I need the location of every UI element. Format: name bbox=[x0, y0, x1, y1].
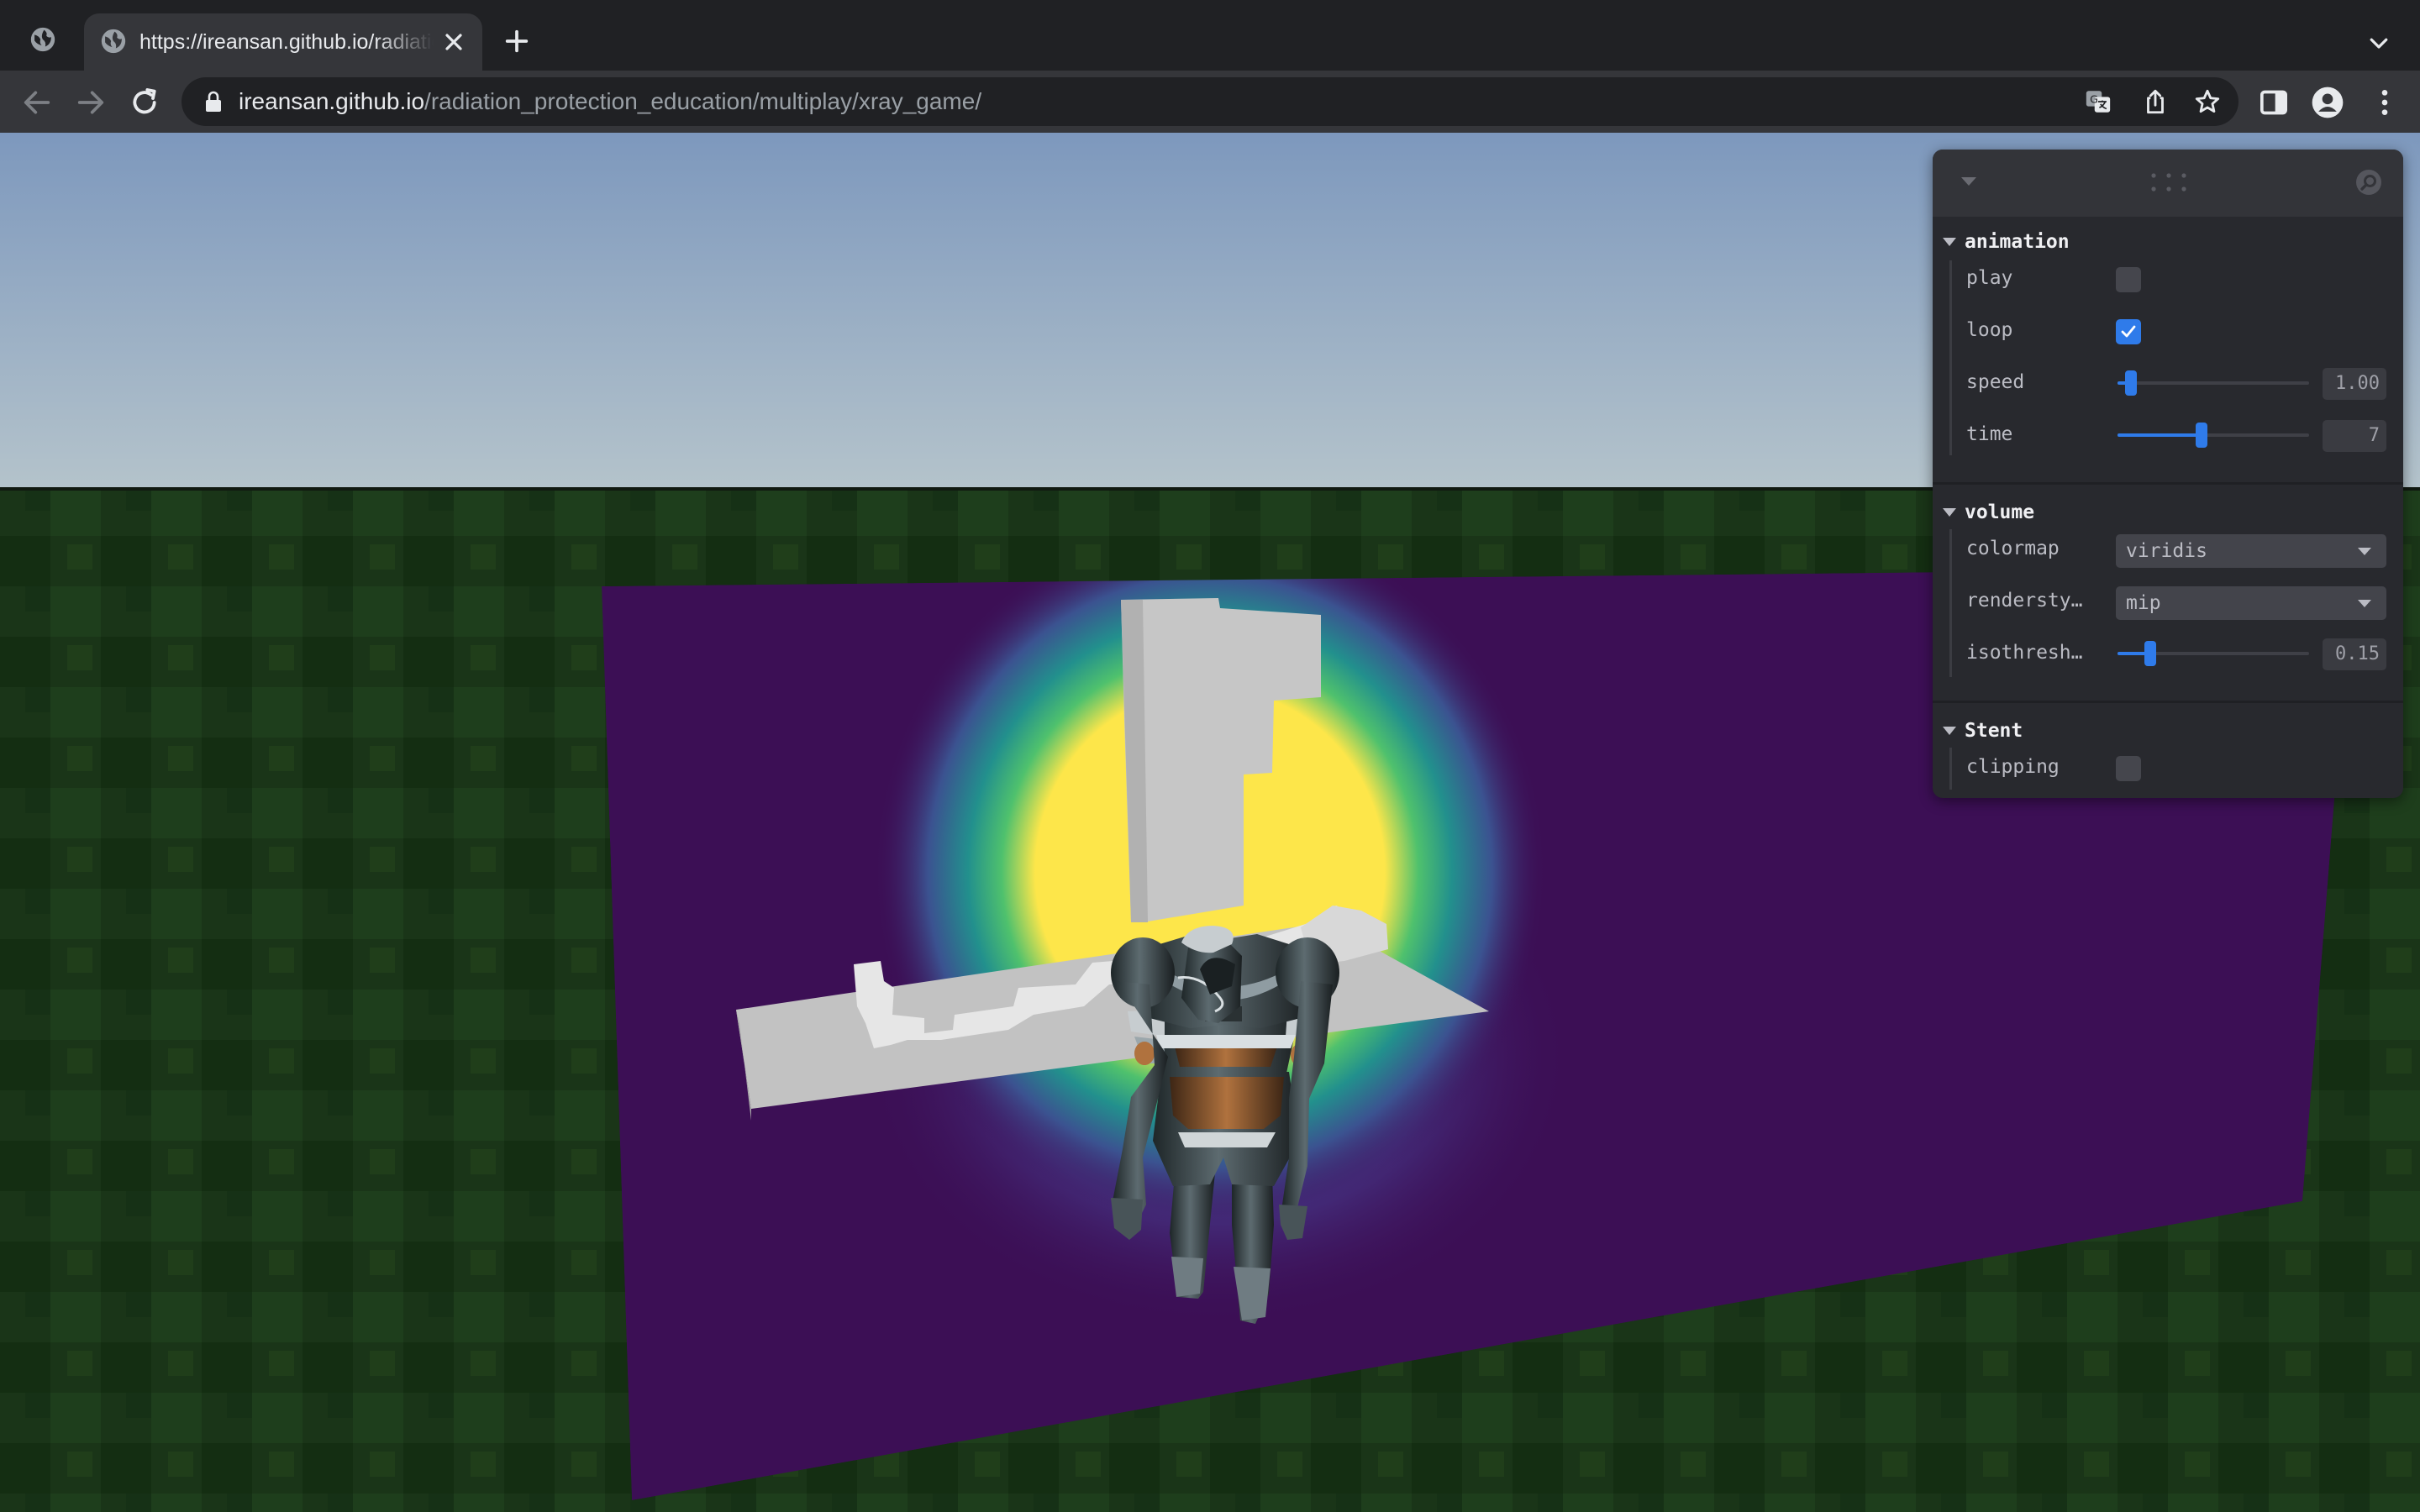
chevron-down-icon bbox=[2358, 548, 2371, 555]
plus-icon[interactable] bbox=[502, 27, 531, 55]
folder-animation[interactable]: animation bbox=[1933, 227, 2403, 257]
loop-row: loop bbox=[1933, 309, 2403, 351]
kebab-menu-icon[interactable] bbox=[2368, 86, 2402, 119]
isothreshold-row: isothresh… 0.15 bbox=[1933, 632, 2403, 674]
arrow-right-icon[interactable] bbox=[74, 86, 108, 119]
renderstyle-row: rendersty… mip bbox=[1933, 580, 2403, 622]
time-slider-fill bbox=[2118, 433, 2202, 437]
renderstyle-select[interactable]: mip bbox=[2116, 586, 2386, 620]
colormap-row: colormap viridis bbox=[1933, 528, 2403, 570]
renderstyle-value: mip bbox=[2126, 592, 2161, 614]
colormap-select[interactable]: viridis bbox=[2116, 534, 2386, 568]
folder-toggle-icon bbox=[1943, 238, 1956, 246]
loop-checkbox[interactable] bbox=[2116, 319, 2141, 344]
svg-text:G: G bbox=[2090, 93, 2098, 106]
chevron-down-icon[interactable] bbox=[2366, 30, 2391, 55]
time-row: time 7 bbox=[1933, 413, 2403, 455]
drag-handle-icon[interactable] bbox=[2149, 171, 2188, 193]
folder-stent[interactable]: Stent bbox=[1933, 716, 2403, 746]
address-bar[interactable]: ireansan.github.io/radiation_protection_… bbox=[182, 77, 2238, 126]
isothreshold-label: isothresh… bbox=[1966, 642, 2083, 664]
active-tab[interactable]: https://ireansan.github.io/radiation_pro… bbox=[84, 13, 482, 71]
time-label: time bbox=[1966, 423, 2013, 445]
time-value-input[interactable]: 7 bbox=[2323, 420, 2386, 452]
play-checkbox[interactable] bbox=[2116, 267, 2141, 292]
folder-title: Stent bbox=[1965, 720, 2023, 742]
check-icon bbox=[2121, 325, 2136, 338]
panel-header[interactable] bbox=[1933, 150, 2403, 217]
renderstyle-label: rendersty… bbox=[1966, 590, 2083, 612]
play-row: play bbox=[1933, 257, 2403, 299]
search-icon[interactable] bbox=[2354, 168, 2383, 197]
folder-title: volume bbox=[1965, 501, 2035, 523]
loop-label: loop bbox=[1966, 319, 2013, 341]
translate-icon[interactable]: G bbox=[2084, 87, 2112, 116]
colormap-label: colormap bbox=[1966, 538, 2060, 559]
speed-slider-knob[interactable] bbox=[2124, 370, 2137, 396]
chevron-down-icon bbox=[2358, 600, 2371, 607]
isothreshold-slider[interactable] bbox=[2118, 641, 2309, 666]
star-icon[interactable] bbox=[2193, 87, 2222, 116]
speed-value-input[interactable]: 1.00 bbox=[2323, 368, 2386, 400]
arrow-left-icon[interactable] bbox=[20, 86, 54, 119]
reload-icon[interactable] bbox=[128, 86, 161, 119]
clipping-checkbox[interactable] bbox=[2116, 756, 2141, 781]
folder-toggle-icon bbox=[1943, 508, 1956, 517]
collapse-icon[interactable] bbox=[1960, 175, 1978, 188]
profile-icon[interactable] bbox=[2311, 86, 2344, 119]
time-slider-knob[interactable] bbox=[2196, 423, 2208, 448]
speed-row: speed 1.00 bbox=[1933, 361, 2403, 403]
play-label: play bbox=[1966, 267, 2013, 289]
folder-separator bbox=[1933, 482, 2403, 485]
globe-icon bbox=[101, 29, 126, 54]
folder-title: animation bbox=[1965, 231, 2070, 253]
close-icon[interactable] bbox=[440, 29, 467, 55]
url-host: ireansan.github.io bbox=[239, 88, 425, 114]
colormap-value: viridis bbox=[2126, 540, 2207, 562]
url-path: /radiation_protection_education/multipla… bbox=[424, 88, 982, 114]
isothreshold-slider-knob[interactable] bbox=[2144, 641, 2156, 666]
url-text[interactable]: ireansan.github.io/radiation_protection_… bbox=[239, 77, 981, 126]
tab-title: https://ireansan.github.io/radiation_pro… bbox=[139, 30, 434, 54]
speed-label: speed bbox=[1966, 371, 2025, 393]
tab-strip: https://ireansan.github.io/radiation_pro… bbox=[0, 0, 2420, 71]
clipping-label: clipping bbox=[1966, 756, 2060, 778]
folder-toggle-icon bbox=[1943, 727, 1956, 735]
speed-slider[interactable] bbox=[2118, 370, 2309, 396]
time-slider[interactable] bbox=[2118, 423, 2309, 448]
folder-separator bbox=[1933, 701, 2403, 703]
isothreshold-value-input[interactable]: 0.15 bbox=[2323, 638, 2386, 670]
lock-icon[interactable] bbox=[203, 91, 224, 113]
share-icon[interactable] bbox=[2141, 87, 2170, 116]
side-panel-icon[interactable] bbox=[2257, 86, 2291, 119]
folder-volume[interactable]: volume bbox=[1933, 497, 2403, 528]
globe-icon[interactable] bbox=[29, 25, 57, 54]
control-panel: animation play loop speed 1.00 time 7 vo… bbox=[1933, 150, 2403, 798]
clipping-row: clipping bbox=[1933, 746, 2403, 788]
